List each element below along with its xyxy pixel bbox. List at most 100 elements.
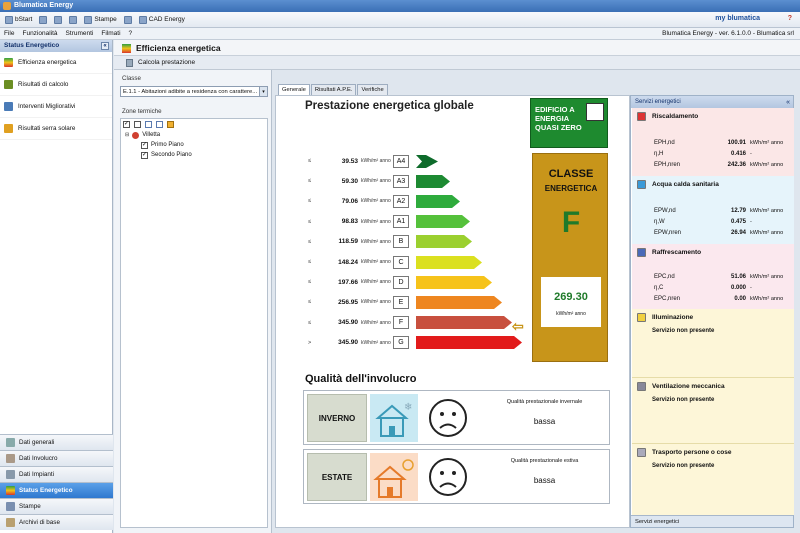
cad-label: CAD Energy: [148, 16, 185, 23]
nav-risultati[interactable]: Risultati di calcolo: [0, 74, 112, 96]
classe-unit: kWh/m² anno: [556, 311, 586, 317]
help-icon[interactable]: ?: [788, 15, 792, 22]
faucet-icon: [637, 180, 646, 189]
energy-bar-fill: [416, 275, 492, 289]
classe-title: CLASSE: [548, 168, 594, 180]
results-icon: [4, 80, 13, 89]
cooling-title: Raffrescamento: [652, 249, 702, 256]
nav-interventi[interactable]: Interventi Migliorativi: [0, 96, 112, 118]
classe-value: E.1.1 - Abitazioni adibite a residenza c…: [123, 89, 258, 95]
row-key: η,H: [654, 151, 664, 157]
nav-efficienza[interactable]: Efficienza energetica: [0, 52, 112, 74]
uncheck-all-icon[interactable]: [134, 121, 141, 128]
menu-file[interactable]: File: [4, 30, 14, 37]
zone-checkbox[interactable]: ✓: [141, 141, 148, 149]
energy-row-operator: >: [308, 339, 312, 346]
transport-title: Trasporto persone o cose: [652, 449, 732, 456]
nav-label: Dati Impianti: [19, 471, 54, 478]
settings-icon[interactable]: [167, 121, 174, 128]
classe-select[interactable]: E.1.1 - Abitazioni adibite a residenza c…: [120, 86, 268, 97]
nav-label: Risultati serra solare: [18, 125, 76, 132]
row-value: 242.36: [727, 162, 746, 168]
nav-archivi[interactable]: Archivi di base: [0, 514, 113, 530]
tree-root-label: Villetta: [142, 132, 161, 138]
nav-stampe[interactable]: Stampe: [0, 498, 113, 514]
energy-class-box: CLASSE ENERGETICA F 269.30 kWh/m² anno: [532, 153, 608, 362]
nav-serra[interactable]: Risultati serra solare: [0, 118, 112, 140]
tree-toggle-icon[interactable]: ⊟: [125, 132, 129, 138]
row-key: EPC,nren: [654, 296, 681, 302]
service-transport: Trasporto persone o cose Servizio non pr…: [632, 443, 794, 515]
sad-face-icon: [424, 394, 476, 442]
row-unit: kWh/m² anno: [750, 140, 784, 146]
service-row: EPH,nd 100.91 kWh/m² anno: [632, 140, 794, 150]
energy-bar-shape: [416, 174, 450, 188]
expand-icon[interactable]: [145, 121, 152, 128]
energy-row-value: 197.66: [338, 278, 358, 286]
energy-row-class: A2: [393, 194, 409, 208]
section-header: Efficienza energetica: [114, 40, 800, 56]
menu-filmati[interactable]: Filmati: [101, 30, 120, 37]
service-row: EPC,nren 0.00 kWh/m² anno: [632, 296, 794, 306]
energy-row-unit: kWh/m² anno: [361, 319, 391, 326]
menu-funzionalita[interactable]: Funzionalità: [22, 30, 57, 37]
print-icon: [6, 502, 15, 511]
plant-icon: [6, 470, 15, 479]
tree-node[interactable]: ✓ Primo Piano: [121, 140, 267, 150]
row-value: 100.91: [727, 140, 746, 146]
calcola-bar[interactable]: Calcola prestazione: [114, 56, 800, 70]
tab-generale[interactable]: Generale: [278, 84, 310, 95]
energy-bar-fill: [416, 215, 470, 229]
nav-status-energetico[interactable]: Status Energetico: [0, 482, 113, 498]
energy-row-value: 79.06: [341, 197, 358, 205]
dhw-title: Acqua calda sanitaria: [652, 181, 719, 188]
app-icon: [3, 2, 11, 10]
save-button[interactable]: [52, 14, 64, 26]
check-all-icon[interactable]: ✓: [123, 121, 130, 128]
zone-checkbox[interactable]: ✓: [141, 151, 148, 159]
bstart-button[interactable]: bStart: [3, 14, 34, 26]
energy-row-operator: ≤: [308, 299, 312, 306]
greenhouse-icon: [4, 124, 13, 133]
energy-bar-fill: [416, 235, 472, 249]
nzeb-label: EDIFICIO A ENERGIA QUASI ZERO: [535, 105, 582, 132]
tree-node-root[interactable]: ⊟ Villetta: [121, 130, 267, 140]
collapse-tree-icon[interactable]: [156, 121, 163, 128]
brand-my: my: [715, 15, 726, 22]
energy-row-value: 148.24: [338, 258, 358, 266]
tools-button[interactable]: [122, 14, 134, 26]
services-footer: Servizi energetici: [631, 515, 793, 527]
envelope-icon: [6, 454, 15, 463]
open-button[interactable]: [37, 14, 49, 26]
row-key: η,C: [654, 285, 664, 291]
tree-node[interactable]: ✓ Secondo Piano: [121, 150, 267, 160]
tab-risultati-ape[interactable]: Risultati A.P.E.: [310, 84, 357, 95]
save-icon: [54, 15, 63, 24]
elevator-icon: [637, 448, 646, 457]
toolbar: bStart Stampe CAD Energy my blumatica ?: [0, 12, 800, 28]
cad-button[interactable]: CAD Energy: [137, 14, 187, 26]
tab-verifiche[interactable]: Verifiche: [357, 84, 388, 95]
energy-row-operator: ≤: [308, 178, 312, 185]
collapse-icon[interactable]: «: [101, 42, 109, 50]
save-as-button[interactable]: [67, 14, 79, 26]
winter-caption: Qualità prestazionale invernale: [506, 399, 583, 405]
nav-label: Dati generali: [19, 439, 55, 446]
nav-dati-generali[interactable]: Dati generali: [0, 434, 113, 450]
nav-dati-involucro[interactable]: Dati Involucro: [0, 450, 113, 466]
energy-bar-fill: [416, 336, 522, 350]
energy-row: >345.90 kWh/m² anno G: [276, 336, 526, 350]
winter-label: INVERNO: [307, 394, 367, 442]
energy-row-class: B: [393, 235, 409, 249]
row-key: EPW,nren: [654, 230, 682, 236]
stampe-button[interactable]: Stampe: [82, 14, 118, 26]
row-value: 0.416: [730, 151, 746, 157]
service-cooling: Raffrescamento EPC,nd 51.06 kWh/m² anno η,…: [632, 244, 794, 309]
energy-row-class: A1: [393, 215, 409, 229]
nav-dati-impianti[interactable]: Dati Impianti: [0, 466, 113, 482]
energy-row-bar: [416, 235, 472, 249]
energy-row-unit: kWh/m² anno: [361, 279, 391, 286]
menu-strumenti[interactable]: Strumenti: [66, 30, 94, 37]
energy-row-operator: ≤: [308, 319, 312, 326]
menu-help[interactable]: ?: [129, 30, 133, 37]
